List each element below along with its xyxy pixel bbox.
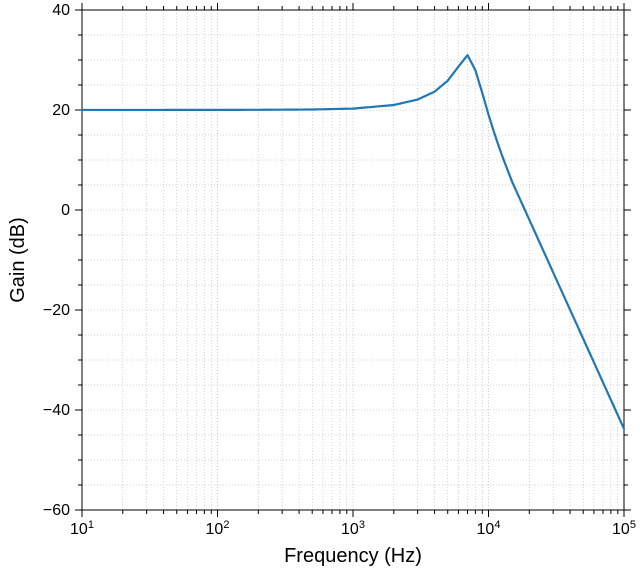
y-tick-label: 20 — [52, 102, 70, 119]
x-axis-label: Frequency (Hz) — [284, 545, 422, 567]
y-tick-label: −20 — [43, 302, 70, 319]
y-tick-label: −40 — [43, 402, 70, 419]
y-tick-label: 0 — [61, 202, 70, 219]
chart-svg: 101102103104105−60−40−2002040Frequency (… — [0, 0, 640, 584]
y-axis-label: Gain (dB) — [7, 217, 29, 303]
gain-vs-frequency-chart: 101102103104105−60−40−2002040Frequency (… — [0, 0, 640, 584]
y-tick-label: 40 — [52, 2, 70, 19]
y-tick-label: −60 — [43, 502, 70, 519]
